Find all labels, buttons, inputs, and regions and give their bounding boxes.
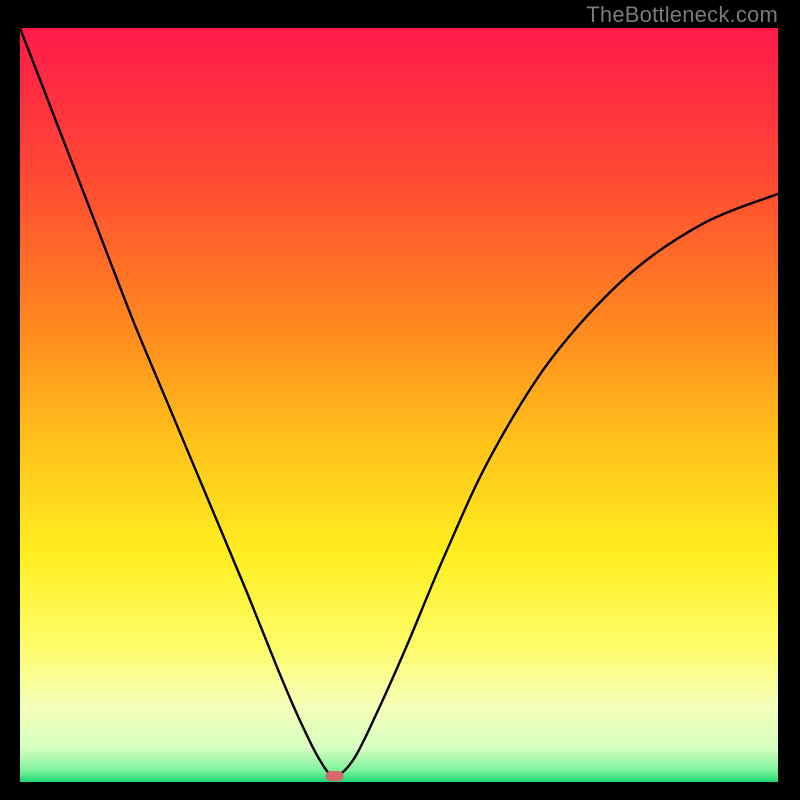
chart-frame: TheBottleneck.com bbox=[0, 0, 800, 800]
watermark-text: TheBottleneck.com bbox=[586, 2, 778, 28]
optimal-marker bbox=[326, 771, 344, 781]
gradient-background bbox=[20, 28, 778, 782]
plot-area bbox=[20, 28, 778, 782]
chart-svg bbox=[20, 28, 778, 782]
